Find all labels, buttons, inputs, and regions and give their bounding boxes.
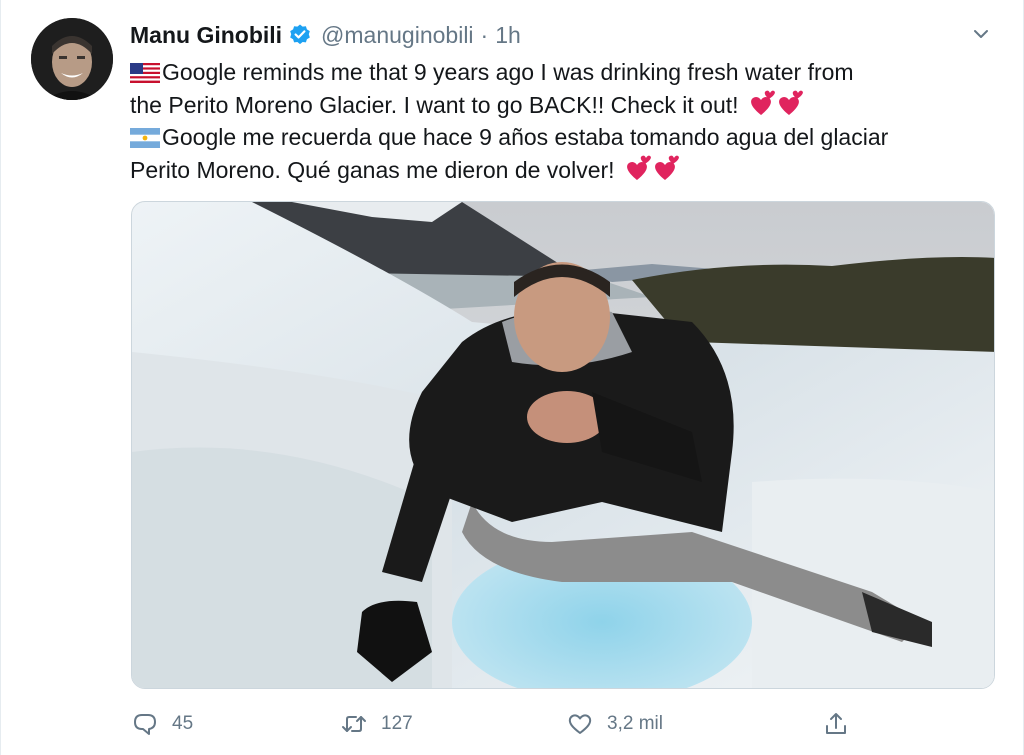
tweet-photo[interactable] <box>131 201 995 689</box>
header-separator: · <box>480 21 489 48</box>
reply-button[interactable]: 45 <box>132 704 193 744</box>
argentina-flag-icon <box>130 124 160 157</box>
us-flag-icon <box>130 59 160 92</box>
heart-icon <box>567 711 593 737</box>
tweet-header: Manu Ginobili @manuginobili · 1h <box>130 20 521 50</box>
tweet-line: the Perito Moreno Glacier. I want to go … <box>130 89 1000 122</box>
verified-badge-icon <box>288 23 312 47</box>
like-count: 3,2 mil <box>607 713 663 734</box>
tweet-card[interactable]: Manu Ginobili @manuginobili · 1h Google … <box>0 0 1024 755</box>
tweet-actions: 45 127 3,2 mil <box>1 704 1024 744</box>
author-name[interactable]: Manu Ginobili <box>130 22 282 49</box>
tweet-line: Google reminds me that 9 years ago I was… <box>130 56 1000 89</box>
tweet-text-line-4: Perito Moreno. Qué ganas me dieron de vo… <box>130 156 615 183</box>
retweet-icon <box>341 711 367 737</box>
reply-count: 45 <box>172 713 194 734</box>
tweet-text-line-2: the Perito Moreno Glacier. I want to go … <box>130 91 739 118</box>
tweet-text-line-1: Google reminds me that 9 years ago I was… <box>162 59 854 85</box>
retweet-button[interactable]: 127 <box>341 704 413 744</box>
reply-icon <box>132 711 158 737</box>
tweet-text: Google reminds me that 9 years ago I was… <box>130 56 1000 186</box>
like-button[interactable]: 3,2 mil <box>567 704 663 744</box>
tweet-line: Google me recuerda que hace 9 años estab… <box>130 121 1000 154</box>
tweet-timestamp[interactable]: 1h <box>495 22 521 49</box>
tweet-line: Perito Moreno. Qué ganas me dieron de vo… <box>130 154 1000 187</box>
author-handle[interactable]: @manuginobili <box>321 22 474 49</box>
chevron-down-icon[interactable] <box>969 22 993 46</box>
two-hearts-emoji <box>623 154 681 193</box>
retweet-count: 127 <box>381 713 413 734</box>
tweet-text-line-3: Google me recuerda que hace 9 años estab… <box>162 124 889 150</box>
share-button[interactable] <box>823 704 849 744</box>
share-icon <box>823 711 849 737</box>
avatar[interactable] <box>31 18 113 100</box>
